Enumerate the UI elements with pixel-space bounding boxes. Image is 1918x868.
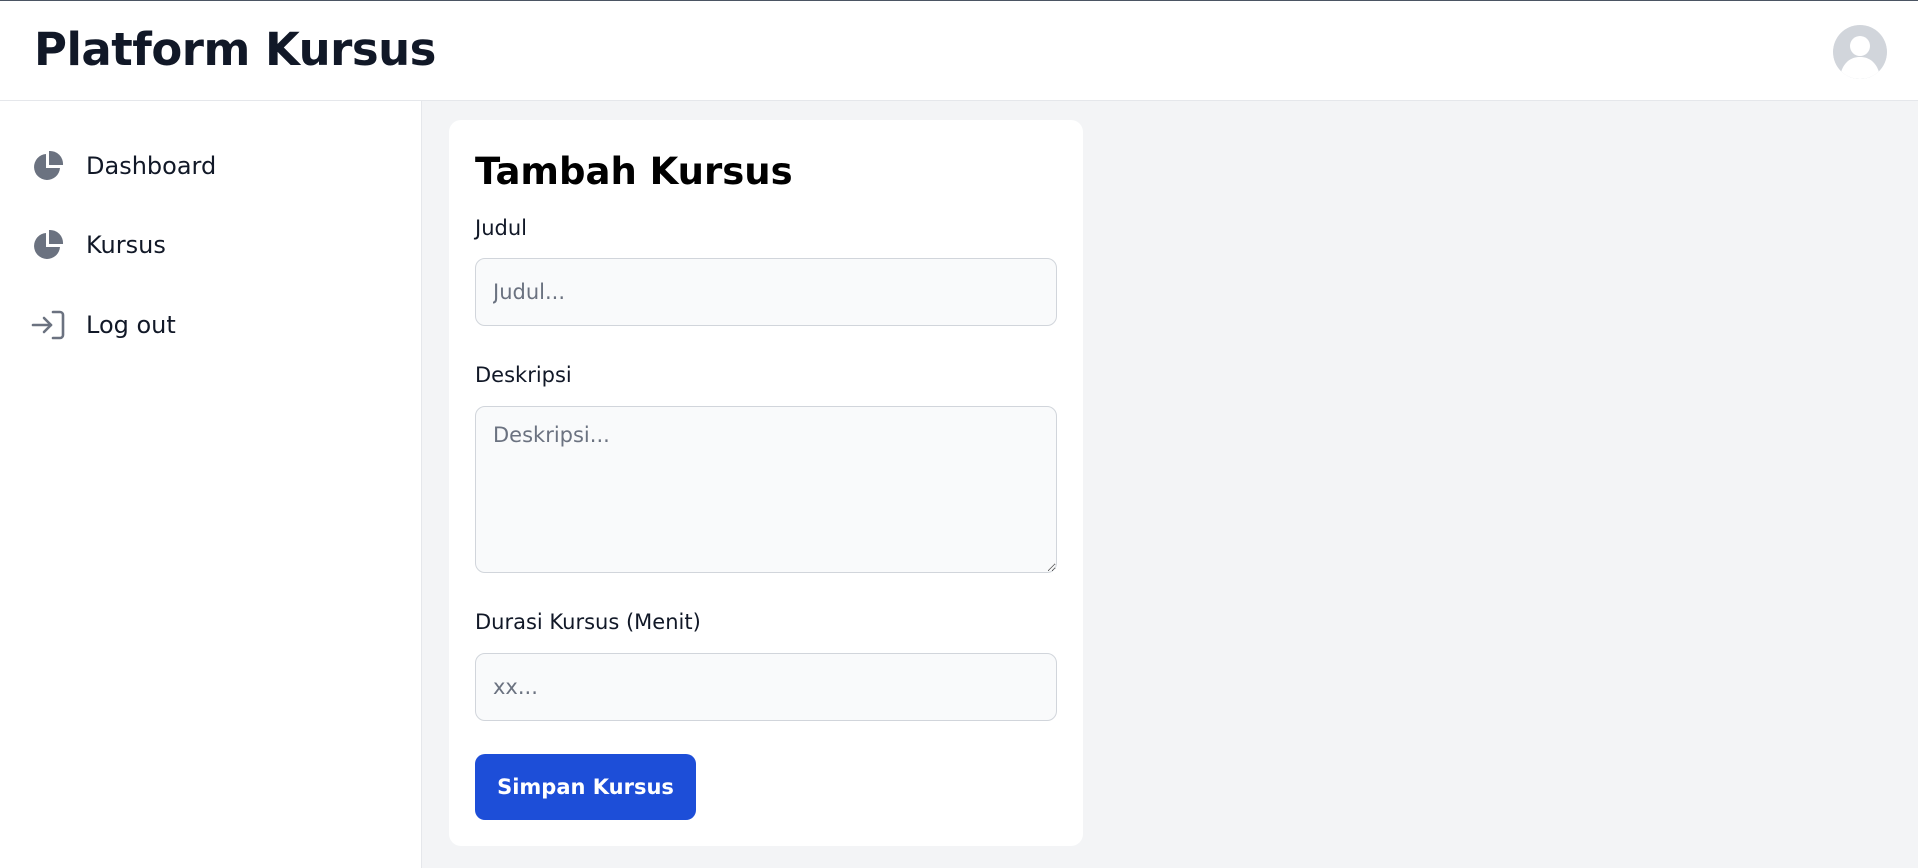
save-course-button[interactable]: Simpan Kursus bbox=[475, 754, 696, 820]
top-navbar: Platform Kursus bbox=[0, 0, 1918, 101]
sidebar: Dashboard Kursus Log out bbox=[0, 101, 422, 868]
description-field-label: Deskripsi bbox=[475, 363, 572, 387]
description-textarea[interactable] bbox=[475, 406, 1057, 573]
user-avatar-icon[interactable] bbox=[1833, 25, 1887, 79]
sidebar-item-log-out[interactable]: Log out bbox=[26, 296, 396, 354]
sidebar-item-label: Log out bbox=[86, 311, 176, 339]
duration-field-label: Durasi Kursus (Menit) bbox=[475, 610, 701, 634]
page-title: Tambah Kursus bbox=[475, 150, 793, 193]
add-course-form: Tambah Kursus Judul Deskripsi Durasi Kur… bbox=[449, 120, 1083, 846]
title-input[interactable] bbox=[475, 258, 1057, 326]
pie-chart-icon bbox=[30, 227, 66, 263]
sidebar-item-dashboard[interactable]: Dashboard bbox=[26, 137, 396, 195]
sidebar-item-label: Kursus bbox=[86, 231, 166, 259]
pie-chart-icon bbox=[30, 148, 66, 184]
sidebar-item-label: Dashboard bbox=[86, 152, 217, 180]
sidebar-item-kursus[interactable]: Kursus bbox=[26, 216, 396, 274]
duration-input[interactable] bbox=[475, 653, 1057, 721]
title-field-label: Judul bbox=[475, 216, 527, 240]
app-title: Platform Kursus bbox=[34, 23, 436, 76]
sign-in-arrow-icon bbox=[30, 307, 66, 343]
